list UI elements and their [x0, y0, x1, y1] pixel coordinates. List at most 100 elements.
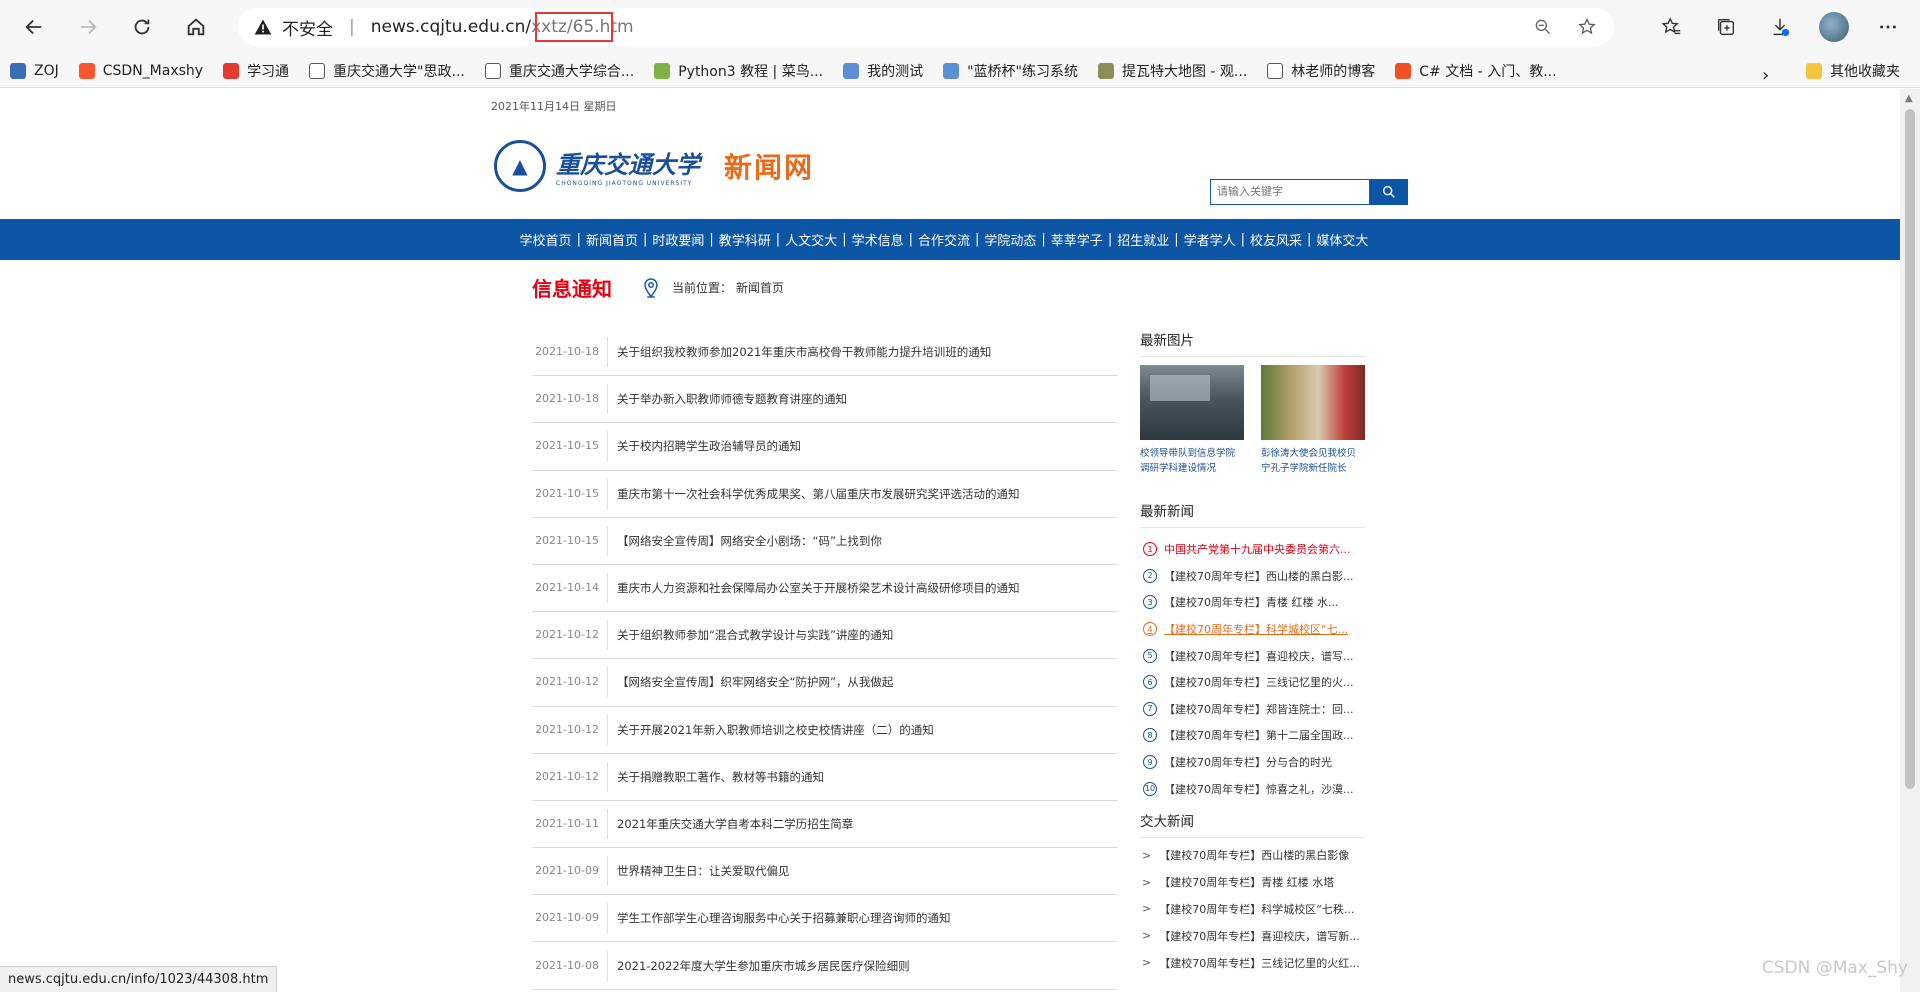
home-button[interactable] [176, 7, 216, 47]
bookmark-item[interactable]: 重庆交通大学"思政... [299, 56, 475, 86]
notice-title-link[interactable]: 关于开展2021年新入职教师培训之校史校情讲座（二）的通知 [608, 722, 934, 738]
notice-title-link[interactable]: 重庆市人力资源和社会保障局办公室关于开展桥梁艺术设计高级研修项目的通知 [608, 580, 1020, 596]
jd-news-item[interactable]: > 【建校70周年专栏】青楼 红楼 水塔 [1140, 869, 1365, 896]
latest-news-title[interactable]: 【建校70周年专栏】分与合的时光 [1164, 754, 1332, 770]
jd-news-title[interactable]: 【建校70周年专栏】青楼 红楼 水塔 [1159, 874, 1334, 890]
latest-news-item[interactable]: 4 【建校70周年专栏】科学城校区“七... [1140, 616, 1365, 643]
scroll-thumb[interactable] [1905, 109, 1915, 789]
address-bar[interactable]: 不安全 | news.cqjtu.edu.cn/xxtz/65.htm [238, 8, 1614, 46]
bookmark-item[interactable]: 重庆交通大学综合... [475, 56, 644, 86]
nav-item[interactable]: 合作交流 [913, 230, 975, 249]
nav-item[interactable]: 招生就业 [1112, 230, 1174, 249]
location-home-link[interactable]: 新闻首页 [736, 281, 784, 295]
notice-title-link[interactable]: 关于组织我校教师参加2021年重庆市高校骨干教师能力提升培训班的通知 [608, 344, 991, 360]
list-item[interactable]: 2021-10-14 重庆市人力资源和社会保障局办公室关于开展桥梁艺术设计高级研修… [532, 565, 1117, 613]
picture-item[interactable]: 彭徐涛大使会见我校贝宁孔子学院新任院长 [1261, 365, 1365, 476]
page-scrollbar[interactable]: ▲ [1900, 89, 1920, 992]
jd-news-item[interactable]: > 【建校70周年专栏】西山楼的黑白影像 [1140, 842, 1365, 869]
jd-news-item[interactable]: > 【建校70周年专栏】科学城校区“七秩... [1140, 896, 1365, 923]
profile-avatar[interactable] [1814, 7, 1854, 47]
notice-title-link[interactable]: 关于校内招聘学生政治辅导员的通知 [608, 438, 801, 454]
latest-news-title[interactable]: 【建校70周年专栏】第十二届全国政... [1164, 727, 1354, 743]
list-item[interactable]: 2021-10-09 世界精神卫生日：让关爱取代偏见 [532, 848, 1117, 896]
latest-news-item[interactable]: 5 【建校70周年专栏】喜迎校庆，谱写... [1140, 642, 1365, 669]
bookmark-item[interactable]: C# 文档 - 入门、教... [1385, 56, 1566, 86]
nav-item[interactable]: 学术信息 [847, 230, 909, 249]
site-logo[interactable]: ▲ 重庆交通大学 CHONGQING JIAOTONG UNIVERSITY 新… [494, 140, 814, 192]
latest-news-title[interactable]: 【建校70周年专栏】西山楼的黑白影... [1164, 568, 1354, 584]
list-item[interactable]: 2021-10-18 关于组织我校教师参加2021年重庆市高校骨干教师能力提升培训… [532, 329, 1117, 377]
jd-news-title[interactable]: 【建校70周年专栏】三线记忆里的火红... [1159, 955, 1360, 971]
jd-news-title[interactable]: 【建校70周年专栏】科学城校区“七秩... [1159, 901, 1354, 917]
list-item[interactable]: 2021-10-11 2021年重庆交通大学自考本科二学历招生简章 [532, 801, 1117, 849]
back-button[interactable] [14, 7, 54, 47]
nav-item[interactable]: 时政要闻 [647, 230, 709, 249]
notice-title-link[interactable]: 关于组织教师参加“混合式教学设计与实践”讲座的通知 [608, 627, 893, 643]
other-favorites-folder[interactable]: 其他收藏夹 [1796, 56, 1910, 86]
bookmark-item[interactable]: 林老师的博客 [1257, 56, 1385, 86]
latest-news-title[interactable]: 中国共产党第十九届中央委员会第六... [1164, 541, 1351, 557]
favorites-icon[interactable] [1652, 7, 1692, 47]
bookmark-item[interactable]: 我的测试 [833, 56, 933, 86]
news-photo[interactable] [1261, 365, 1365, 440]
collections-icon[interactable] [1706, 7, 1746, 47]
nav-item[interactable]: 莘莘学子 [1046, 230, 1108, 249]
notice-title-link[interactable]: 学生工作部学生心理咨询服务中心关于招募兼职心理咨询师的通知 [608, 910, 951, 926]
forward-button[interactable] [68, 7, 108, 47]
latest-news-item[interactable]: 7 【建校70周年专栏】郑皆连院士：回... [1140, 696, 1365, 723]
nav-item[interactable]: 教学科研 [714, 230, 776, 249]
list-item[interactable]: 2021-10-12 关于捐赠教职工著作、教材等书籍的通知 [532, 754, 1117, 801]
bookmark-item[interactable]: CSDN_Maxshy [69, 56, 213, 86]
bookmark-item[interactable]: ZOJ [0, 56, 69, 86]
bookmark-item[interactable]: Python3 教程 | 菜鸟... [644, 56, 833, 86]
search-input[interactable] [1210, 179, 1370, 205]
security-label[interactable]: 不安全 [282, 15, 333, 40]
latest-news-item[interactable]: 3 【建校70周年专栏】青楼 红楼 水... [1140, 589, 1365, 616]
scroll-up-icon[interactable]: ▲ [1905, 93, 1913, 104]
menu-icon[interactable] [1868, 7, 1908, 47]
latest-news-item[interactable]: 10 【建校70周年专栏】惊喜之礼，沙漠... [1140, 775, 1365, 802]
latest-news-title[interactable]: 【建校70周年专栏】科学城校区“七... [1164, 621, 1348, 637]
nav-item[interactable]: 学院动态 [979, 230, 1041, 249]
latest-news-title[interactable]: 【建校70周年专栏】惊喜之礼，沙漠... [1164, 781, 1354, 797]
jd-news-item[interactable]: > 【建校70周年专栏】喜迎校庆，谱写新... [1140, 922, 1365, 949]
list-item[interactable]: 2021-10-12 【网络安全宣传周】织牢网络安全“防护网”，从我做起 [532, 659, 1117, 707]
list-item[interactable]: 2021-10-12 关于组织教师参加“混合式教学设计与实践”讲座的通知 [532, 612, 1117, 660]
notice-title-link[interactable]: 2021-2022年度大学生参加重庆市城乡居民医疗保险细则 [608, 958, 910, 974]
notice-title-link[interactable]: 关于捐赠教职工著作、教材等书籍的通知 [608, 769, 824, 785]
nav-item[interactable]: 学校首页 [515, 230, 577, 249]
nav-item[interactable]: 学者学人 [1179, 230, 1241, 249]
jd-news-item[interactable]: > 【建校70周年专栏】三线记忆里的火红... [1140, 949, 1365, 976]
list-item[interactable]: 2021-10-15 重庆市第十一次社会科学优秀成果奖、第八届重庆市发展研究奖评选… [532, 471, 1117, 518]
list-item[interactable]: 2021-10-09 学生工作部学生心理咨询服务中心关于招募兼职心理咨询师的通知 [532, 895, 1117, 943]
bookmark-item[interactable]: 学习通 [213, 56, 299, 86]
list-item[interactable]: 2021-10-08 2021-2022年度大学生参加重庆市城乡居民医疗保险细则 [532, 942, 1117, 990]
picture-caption[interactable]: 彭徐涛大使会见我校贝宁孔子学院新任院长 [1261, 446, 1365, 476]
zoom-out-icon[interactable] [1530, 14, 1556, 40]
news-photo[interactable] [1140, 365, 1244, 440]
notice-title-link[interactable]: 重庆市第十一次社会科学优秀成果奖、第八届重庆市发展研究奖评选活动的通知 [608, 486, 1020, 502]
bookmarks-overflow-chevron-icon[interactable]: › [1752, 60, 1779, 90]
nav-item[interactable]: 人文交大 [780, 230, 842, 249]
nav-item[interactable]: 校友风采 [1245, 230, 1307, 249]
list-item[interactable]: 2021-10-15 关于校内招聘学生政治辅导员的通知 [532, 423, 1117, 471]
latest-news-item[interactable]: 1 中国共产党第十九届中央委员会第六... [1140, 536, 1365, 563]
nav-item[interactable]: 新闻首页 [581, 230, 643, 249]
notice-title-link[interactable]: 【网络安全宣传周】网络安全小剧场：“码”上找到你 [608, 533, 882, 549]
latest-news-title[interactable]: 【建校70周年专栏】郑皆连院士：回... [1164, 701, 1354, 717]
notice-title-link[interactable]: 2021年重庆交通大学自考本科二学历招生简章 [608, 816, 853, 832]
nav-item[interactable]: 媒体交大 [1311, 230, 1373, 249]
picture-item[interactable]: 校领导带队到信息学院调研学科建设情况 [1140, 365, 1244, 476]
latest-news-item[interactable]: 8 【建校70周年专栏】第十二届全国政... [1140, 722, 1365, 749]
picture-caption[interactable]: 校领导带队到信息学院调研学科建设情况 [1140, 446, 1244, 476]
list-item[interactable]: 2021-10-18 关于举办新入职教师师德专题教育讲座的通知 [532, 376, 1117, 424]
search-button[interactable] [1370, 179, 1408, 205]
latest-news-item[interactable]: 6 【建校70周年专栏】三线记忆里的火... [1140, 669, 1365, 696]
downloads-icon[interactable] [1760, 7, 1800, 47]
latest-news-title[interactable]: 【建校70周年专栏】三线记忆里的火... [1164, 674, 1354, 690]
notice-title-link[interactable]: 【网络安全宣传周】织牢网络安全“防护网”，从我做起 [608, 674, 893, 690]
jd-news-title[interactable]: 【建校70周年专栏】西山楼的黑白影像 [1159, 847, 1349, 863]
jd-news-title[interactable]: 【建校70周年专栏】喜迎校庆，谱写新... [1159, 928, 1360, 944]
refresh-button[interactable] [122, 7, 162, 47]
list-item[interactable]: 2021-10-15 【网络安全宣传周】网络安全小剧场：“码”上找到你 [532, 518, 1117, 565]
